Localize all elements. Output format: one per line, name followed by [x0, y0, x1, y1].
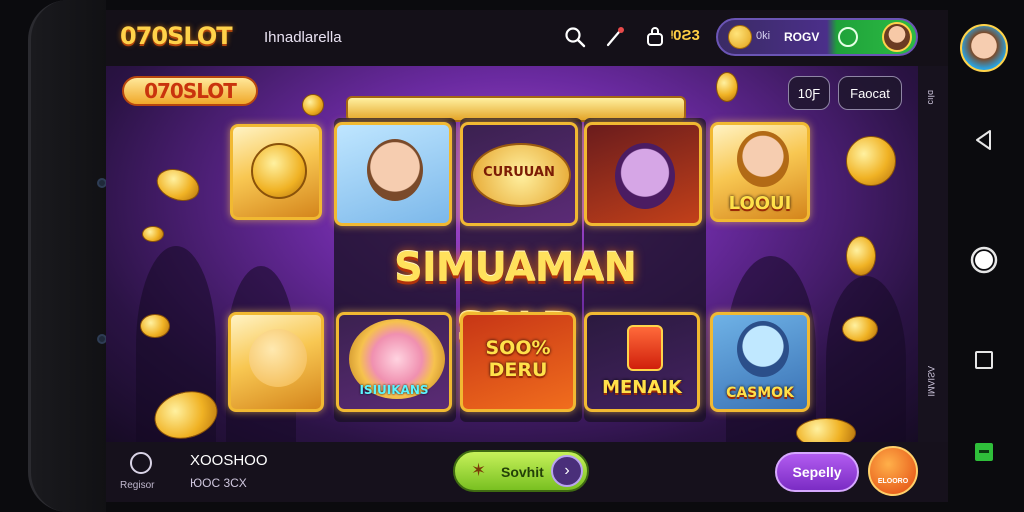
device-frame: 070SLOT Ihnadlarella ᵎ0Ƨ3 0ki ROGV 070SL… — [0, 0, 1024, 512]
jester-icon — [615, 143, 675, 209]
avatar[interactable] — [882, 22, 912, 52]
symbol-label: MENAIK — [602, 377, 682, 398]
promo-button[interactable]: ELOORO — [868, 446, 918, 496]
register-icon[interactable] — [130, 452, 152, 474]
app-title: Ihnadlarella — [264, 29, 342, 46]
coin-icon — [716, 72, 738, 102]
pen-icon[interactable] — [602, 24, 628, 50]
coin-icon — [728, 25, 752, 49]
symbol-label: ISIUIKANS — [359, 383, 429, 397]
side-rail: ᴅΙıɔ ɅƧIɅΜI — [918, 66, 948, 442]
coin-icon — [140, 314, 170, 338]
recents-icon[interactable] — [970, 346, 998, 374]
side-text-bottom: ɅƧIɅΜI — [926, 366, 936, 397]
wallet-pill[interactable]: 0ki ROGV — [716, 18, 918, 56]
potion-icon — [627, 325, 663, 371]
coin-icon — [152, 163, 204, 207]
device-bezel — [28, 0, 107, 512]
coin-icon — [142, 226, 164, 242]
symbol-label: CURUUAN — [483, 165, 555, 180]
register-label: Regisor — [120, 480, 155, 491]
bottom-bar: Regisor XOOSHOO ЮOC 3CX ✶ Sovhit › Sepel… — [106, 442, 948, 502]
coin-counter: ᵎ0Ƨ3 — [671, 27, 700, 44]
character-icon — [737, 131, 789, 187]
clown-icon — [737, 321, 789, 377]
slot-symbol-hero — [334, 122, 452, 226]
home-icon[interactable] — [970, 246, 998, 274]
smiley-icon — [249, 329, 307, 387]
spin-button[interactable]: ✶ Sovhit › — [453, 450, 589, 492]
slot-symbol-coin — [230, 124, 322, 220]
option-pill-right[interactable]: Faocat — [838, 76, 902, 110]
toggle-icon[interactable] — [838, 27, 858, 47]
coin-icon — [796, 418, 856, 442]
wallet-label: 0ki — [756, 30, 771, 42]
background-figure — [826, 276, 906, 442]
app-shortcut-icon[interactable] — [970, 438, 998, 466]
system-nav-bar — [948, 0, 1024, 512]
slot-symbol-smiley — [228, 312, 324, 412]
symbol-label: LOOUI — [728, 193, 792, 214]
coin-icon — [251, 143, 307, 199]
slot-symbol-jester — [584, 122, 702, 226]
avatar[interactable] — [960, 24, 1008, 72]
app-logo[interactable]: 070SLOT — [120, 22, 233, 50]
balance-value: XOOSHOO — [190, 452, 268, 469]
app-screen: 070SLOT Ihnadlarella ᵎ0Ƨ3 0ki ROGV 070SL… — [106, 10, 948, 502]
back-icon[interactable] — [970, 126, 998, 154]
slot-symbol-gem: ISIUIKANS — [336, 312, 452, 412]
coin-icon — [846, 136, 896, 186]
slot-symbol-clown: CASMOK — [710, 312, 810, 412]
arrow-icon: › — [551, 455, 583, 487]
primary-button[interactable]: Sepelly — [775, 452, 859, 492]
slot-symbol-bonus: SOO% DERU — [460, 312, 576, 412]
slot-symbol-king: LOOUI — [710, 122, 810, 222]
bet-value: ЮOC 3CX — [190, 476, 247, 490]
wallet-value: ROGV — [784, 30, 820, 44]
symbol-label: CASMOK — [726, 385, 794, 401]
game-logo: 070SLOT — [122, 76, 258, 106]
game-stage: 070SLOT 10Ƒ Faocat CURUUAN LOOUI SIMUAMA… — [106, 66, 918, 442]
slot-symbol-emblem: CURUUAN — [460, 122, 578, 226]
coin-icon — [842, 316, 878, 342]
star-icon: ✶ — [471, 460, 487, 480]
symbol-label: SOO% DERU — [485, 337, 551, 381]
character-icon — [367, 139, 423, 201]
bag-icon[interactable] — [642, 24, 668, 50]
coin-icon — [846, 236, 876, 276]
side-text-top: ᴅΙıɔ — [926, 90, 936, 105]
coin-icon — [302, 94, 324, 116]
promo-label: ELOORO — [877, 478, 909, 485]
search-icon[interactable] — [562, 24, 588, 50]
top-bar: 070SLOT Ihnadlarella ᵎ0Ƨ3 0ki ROGV — [106, 10, 948, 66]
slot-symbol-potion: MENAIK — [584, 312, 700, 412]
option-pill-left[interactable]: 10Ƒ — [788, 76, 830, 110]
win-banner: SIMUAMAN SOLD — [394, 245, 637, 351]
spin-label: Sovhit — [501, 464, 544, 480]
